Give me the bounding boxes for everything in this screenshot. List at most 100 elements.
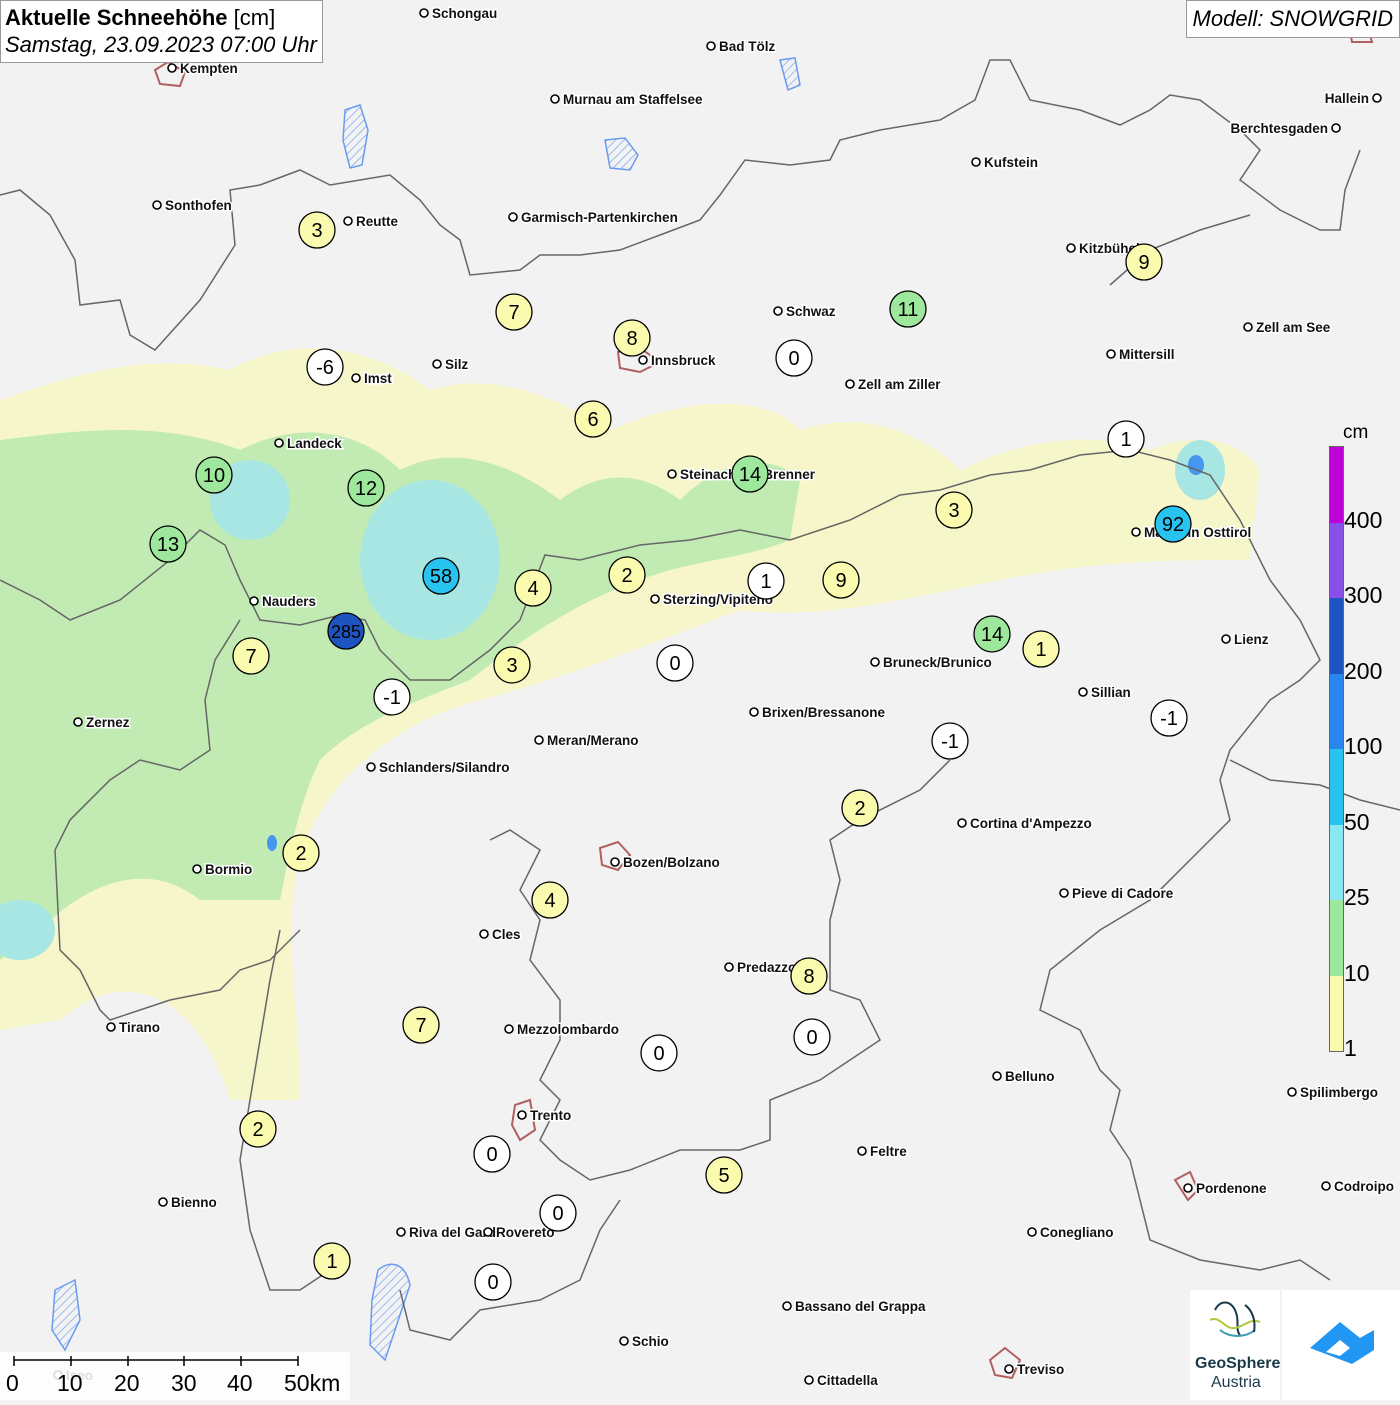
station-marker[interactable]: 0: [656, 644, 694, 682]
city-marker[interactable]: Pordenone: [1183, 1180, 1268, 1198]
station-marker[interactable]: 9: [822, 561, 860, 599]
station-marker[interactable]: 3: [935, 491, 973, 529]
scale-label: 10: [57, 1370, 83, 1396]
city-label: Sillian: [1091, 685, 1131, 700]
city-marker[interactable]: Mezzolombardo: [504, 1021, 621, 1039]
station-marker[interactable]: 7: [402, 1006, 440, 1044]
city-dot: [1106, 349, 1116, 359]
station-marker[interactable]: 0: [539, 1194, 577, 1232]
station-value: 1: [760, 571, 771, 593]
station-marker[interactable]: 9: [1125, 243, 1163, 281]
station-marker[interactable]: 4: [514, 569, 552, 607]
city-dot: [638, 355, 648, 365]
station-marker[interactable]: -1: [1150, 699, 1188, 737]
station-marker[interactable]: 4: [531, 881, 569, 919]
city-marker[interactable]: Bassano del Grappa: [782, 1298, 928, 1316]
cloud-logo-icon: [1310, 1322, 1374, 1364]
legend-swatch: [1330, 447, 1343, 523]
station-value: 7: [415, 1015, 426, 1037]
city-marker[interactable]: Sonthofen: [152, 197, 233, 215]
station-marker[interactable]: 13: [149, 525, 187, 563]
legend-label: 300: [1344, 582, 1383, 608]
station-marker[interactable]: 14: [973, 615, 1011, 653]
city-marker[interactable]: Cortina d'Ampezzo: [957, 815, 1093, 833]
legend-label: 1: [1344, 1035, 1357, 1061]
station-marker[interactable]: 0: [640, 1034, 678, 1072]
city-dot: [1066, 243, 1076, 253]
station-marker[interactable]: -6: [306, 348, 344, 386]
city-label: Cortina d'Ampezzo: [970, 816, 1092, 831]
station-marker[interactable]: 0: [793, 1018, 831, 1056]
station-marker[interactable]: 0: [474, 1263, 512, 1301]
city-label: Nauders: [262, 594, 316, 609]
station-marker[interactable]: 6: [574, 400, 612, 438]
city-marker[interactable]: Berchtesgaden: [1229, 120, 1341, 138]
station-marker[interactable]: 0: [775, 339, 813, 377]
city-dot: [249, 596, 259, 606]
station-marker[interactable]: 285: [327, 612, 365, 650]
city-dot: [667, 469, 677, 479]
station-marker[interactable]: 7: [495, 293, 533, 331]
station-marker[interactable]: 12: [347, 469, 385, 507]
station-marker[interactable]: 8: [613, 319, 651, 357]
station-value: 2: [621, 565, 632, 587]
city-label: Schlanders/Silandro: [379, 760, 510, 775]
station-marker[interactable]: 11: [889, 290, 927, 328]
city-dot: [1221, 634, 1231, 644]
snow-map[interactable]: Schongau Bad Tölz Kempten Murnau am Staffel…: [0, 0, 1400, 1400]
city-marker[interactable]: Meran/Merano: [534, 732, 640, 750]
station-marker[interactable]: 58: [422, 557, 460, 595]
city-dot: [804, 1375, 814, 1385]
station-marker[interactable]: 3: [298, 211, 336, 249]
city-marker[interactable]: Pieve di Cadore: [1059, 885, 1175, 903]
station-marker[interactable]: 1: [747, 562, 785, 600]
station-value: 8: [803, 966, 814, 988]
city-marker[interactable]: Spilimbergo: [1287, 1084, 1380, 1102]
city-dot: [366, 762, 376, 772]
station-marker[interactable]: 8: [790, 957, 828, 995]
city-dot: [158, 1197, 168, 1207]
city-marker[interactable]: Innsbruck: [638, 352, 718, 370]
city-dot: [192, 864, 202, 874]
station-marker[interactable]: 1: [1022, 630, 1060, 668]
geosphere-logo-icon: [1209, 1301, 1261, 1337]
city-marker[interactable]: Schongau: [419, 5, 499, 23]
city-marker[interactable]: Zell am See: [1243, 319, 1332, 337]
station-value: 1: [1035, 639, 1046, 661]
city-dot: [773, 306, 783, 316]
legend-label: 50: [1344, 808, 1370, 835]
city-marker[interactable]: Brixen/Bressanone: [749, 704, 887, 722]
city-marker[interactable]: Bozen/Bolzano: [610, 854, 721, 872]
station-marker[interactable]: -1: [373, 678, 411, 716]
station-marker[interactable]: 14: [731, 455, 769, 493]
station-marker[interactable]: 92: [1154, 505, 1192, 543]
city-marker[interactable]: Garmisch-Partenkirchen: [508, 209, 679, 227]
city-dot: [274, 438, 284, 448]
legend-label: 400: [1344, 506, 1383, 533]
scale-label: 40: [227, 1370, 253, 1396]
city-marker[interactable]: Zell am Ziller: [845, 376, 943, 394]
station-marker[interactable]: 0: [473, 1135, 511, 1173]
city-label: Zell am Ziller: [858, 377, 941, 392]
station-marker[interactable]: 2: [608, 556, 646, 594]
station-marker[interactable]: 1: [1107, 420, 1145, 458]
station-marker[interactable]: 2: [239, 1110, 277, 1148]
station-marker[interactable]: 1: [313, 1242, 351, 1280]
city-dot: [610, 857, 620, 867]
station-marker[interactable]: 3: [493, 646, 531, 684]
city-marker[interactable]: Murnau am Staffelsee: [550, 91, 705, 109]
station-marker[interactable]: 10: [195, 456, 233, 494]
city-marker[interactable]: Schlanders/Silandro: [366, 759, 511, 777]
city-dot: [749, 707, 759, 717]
station-marker[interactable]: -1: [931, 722, 969, 760]
city-label: Tirano: [119, 1020, 160, 1035]
station-marker[interactable]: 2: [282, 834, 320, 872]
station-marker[interactable]: 7: [232, 637, 270, 675]
city-dot: [106, 1022, 116, 1032]
legend-label: 200: [1344, 657, 1383, 684]
station-marker[interactable]: 5: [705, 1156, 743, 1194]
station-marker[interactable]: 2: [841, 789, 879, 827]
city-marker[interactable]: Matrei in Osttirol: [1131, 524, 1253, 542]
city-marker[interactable]: Conegliano: [1027, 1224, 1115, 1242]
city-marker[interactable]: Bruneck/Brunico: [870, 654, 993, 672]
